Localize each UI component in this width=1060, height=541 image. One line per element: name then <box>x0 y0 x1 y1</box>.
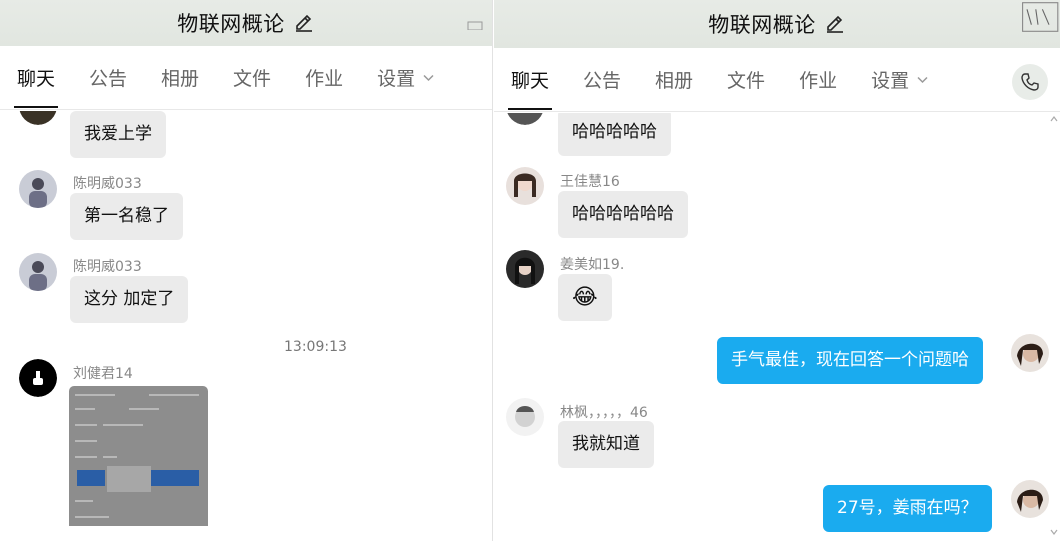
group-titlebar: 物联网概论 <box>0 0 492 46</box>
tab-label: 作业 <box>799 70 838 92</box>
avatar[interactable] <box>19 253 57 291</box>
tab-settings[interactable]: 设置 <box>854 48 945 112</box>
sender-name: 陈明威033 <box>73 259 142 275</box>
decoration-corner <box>1022 2 1059 32</box>
message-feed[interactable]: 哈哈哈哈哈 王佳慧16 哈哈哈哈哈哈 姜美如19. 😂 手气最佳，现在回答一个问… <box>494 113 1060 541</box>
tab-album[interactable]: 相册 <box>144 46 216 110</box>
message-bubble[interactable]: 第一名稳了 <box>70 193 183 240</box>
tab-label: 公告 <box>89 68 128 90</box>
image-message-screenshot[interactable] <box>69 386 208 526</box>
tab-chat[interactable]: 聊天 <box>0 46 72 110</box>
chevron-down-icon <box>917 76 928 83</box>
avatar[interactable] <box>19 111 57 125</box>
my-avatar[interactable] <box>1011 334 1049 372</box>
avatar[interactable] <box>19 359 57 397</box>
tab-homework[interactable]: 作业 <box>782 48 854 112</box>
phone-icon <box>1021 73 1039 91</box>
message-bubble[interactable]: 我就知道 <box>558 421 654 468</box>
group-title: 物联网概论 <box>708 13 816 37</box>
tab-label: 聊天 <box>511 70 550 92</box>
message-bubble[interactable]: 这分 加定了 <box>70 276 189 323</box>
tab-chat[interactable]: 聊天 <box>494 48 566 112</box>
sender-name: 王佳慧16 <box>560 174 620 190</box>
group-title: 物联网概论 <box>177 12 285 36</box>
voice-call-button[interactable] <box>1012 64 1048 100</box>
group-titlebar: 物联网概论 <box>494 0 1060 48</box>
avatar[interactable] <box>19 170 57 208</box>
right-chat-panel: 物联网概论 聊天 公告 相册 文件 作业 设置 哈哈哈哈哈 王佳慧16 哈哈哈哈… <box>494 0 1060 541</box>
message-bubble[interactable]: 哈哈哈哈哈哈 <box>558 191 688 238</box>
sender-name: 陈明威033 <box>73 176 142 192</box>
tab-label: 公告 <box>583 70 622 92</box>
message-bubble[interactable]: 我爱上学 <box>70 111 166 158</box>
avatar[interactable] <box>506 398 544 436</box>
tab-bar: 聊天 公告 相册 文件 作业 设置 <box>494 48 1060 112</box>
avatar[interactable] <box>506 250 544 288</box>
message-feed[interactable]: 我爱上学 陈明威033 第一名稳了 陈明威033 这分 加定了 13:09:13… <box>0 111 492 541</box>
message-bubble-emoji[interactable]: 😂 <box>558 274 612 321</box>
edit-pencil-icon[interactable] <box>293 12 315 34</box>
tab-label: 文件 <box>233 68 272 90</box>
my-avatar[interactable] <box>1011 480 1049 518</box>
my-message-bubble[interactable]: 27号，姜雨在吗？ <box>823 485 992 532</box>
tab-label: 作业 <box>305 68 344 90</box>
edit-pencil-icon[interactable] <box>824 13 846 35</box>
tab-bar: 聊天 公告 相册 文件 作业 设置 <box>0 46 492 110</box>
chevron-down-icon <box>423 74 434 81</box>
decoration-corner <box>467 21 483 30</box>
my-message-bubble[interactable]: 手气最佳，现在回答一个问题哈 <box>717 337 983 384</box>
sender-name: 林枫，，，，，46 <box>560 405 648 421</box>
tab-label: 文件 <box>727 70 766 92</box>
tab-album[interactable]: 相册 <box>638 48 710 112</box>
message-timestamp: 13:09:13 <box>284 339 347 355</box>
left-chat-panel: 物联网概论 聊天 公告 相册 文件 作业 设置 我爱上学 陈明威033 第一名稳… <box>0 0 493 541</box>
sender-name: 刘健君14 <box>73 366 133 382</box>
tab-label: 设置 <box>871 70 910 92</box>
avatar[interactable] <box>506 113 544 125</box>
scroll-up-icon[interactable] <box>1050 116 1058 122</box>
sender-name: 姜美如19. <box>560 257 625 273</box>
tab-label: 聊天 <box>17 68 56 90</box>
avatar[interactable] <box>506 167 544 205</box>
tab-files[interactable]: 文件 <box>216 46 288 110</box>
message-bubble[interactable]: 哈哈哈哈哈 <box>558 113 671 156</box>
tab-notice[interactable]: 公告 <box>566 48 638 112</box>
tab-files[interactable]: 文件 <box>710 48 782 112</box>
scroll-down-icon[interactable] <box>1050 529 1058 535</box>
tab-label: 相册 <box>161 68 200 90</box>
tab-homework[interactable]: 作业 <box>288 46 360 110</box>
tab-notice[interactable]: 公告 <box>72 46 144 110</box>
tab-label: 设置 <box>377 68 416 90</box>
tab-settings[interactable]: 设置 <box>360 46 451 110</box>
tab-label: 相册 <box>655 70 694 92</box>
